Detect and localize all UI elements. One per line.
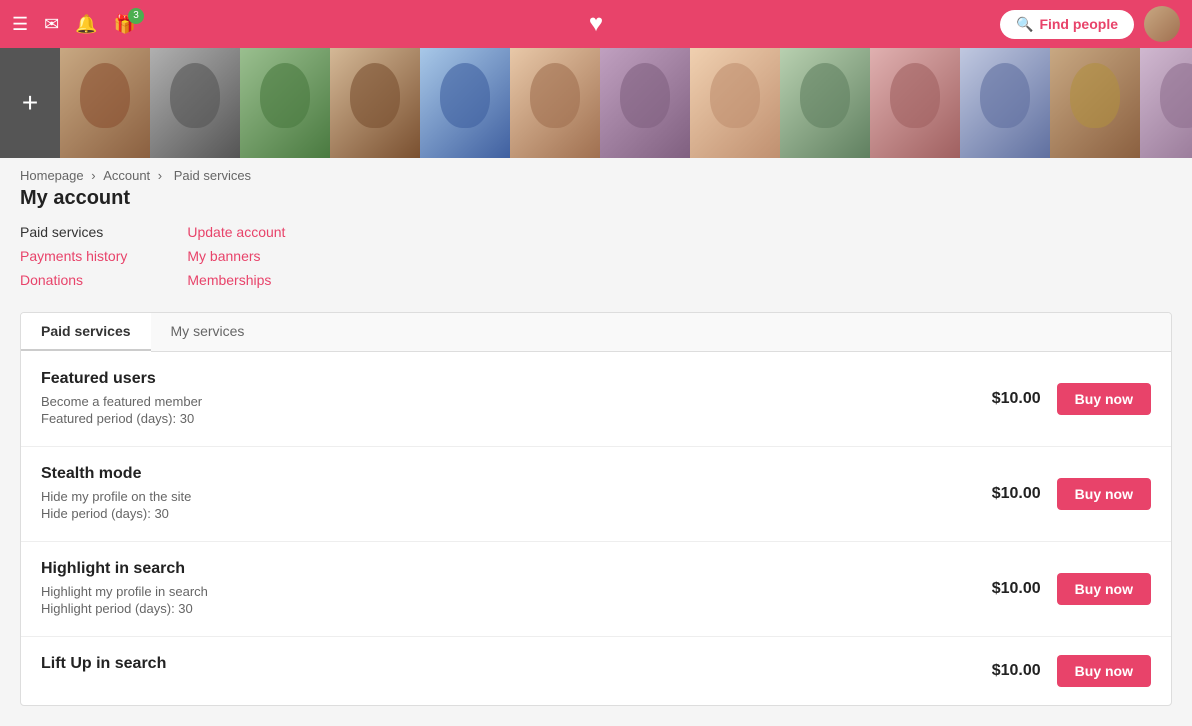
buy-button-featured-users[interactable]: Buy now	[1057, 383, 1151, 415]
link-update-account[interactable]: Update account	[187, 224, 285, 240]
email-icon[interactable]: ✉	[44, 14, 59, 35]
tab-container: Paid services My services Featured users…	[20, 312, 1172, 706]
service-period-highlight-in-search: Highlight period (days): 30	[41, 601, 972, 616]
search-icon: 🔍	[1016, 16, 1033, 33]
tab-header: Paid services My services	[21, 313, 1171, 352]
service-price-featured-users: $10.00	[992, 390, 1041, 408]
link-memberships[interactable]: Memberships	[187, 272, 285, 288]
link-payments-history[interactable]: Payments history	[20, 248, 127, 264]
link-paid-services[interactable]: Paid services	[20, 224, 127, 240]
service-period-featured-users: Featured period (days): 30	[41, 411, 972, 426]
photo-cell-6[interactable]	[510, 48, 600, 158]
service-card-highlight-in-search: Highlight in search Highlight my profile…	[21, 542, 1171, 637]
main-content: My account Paid services Payments histor…	[0, 187, 1192, 726]
service-price-highlight-in-search: $10.00	[992, 580, 1041, 598]
buy-button-lift-up[interactable]: Buy now	[1057, 655, 1151, 687]
photo-cell-8[interactable]	[690, 48, 780, 158]
photo-cell-11[interactable]	[960, 48, 1050, 158]
service-card-lift-up: Lift Up in search $10.00 Buy now	[21, 637, 1171, 705]
photo-cell-9[interactable]	[780, 48, 870, 158]
account-col-1: Paid services Payments history Donations	[20, 224, 127, 288]
photo-cell-3[interactable]	[240, 48, 330, 158]
page-title: My account	[20, 187, 1172, 210]
breadcrumb-account[interactable]: Account	[103, 168, 150, 183]
service-title-highlight-in-search: Highlight in search	[41, 560, 972, 578]
link-donations[interactable]: Donations	[20, 272, 127, 288]
tab-body: Featured users Become a featured member …	[21, 352, 1171, 705]
avatar-image	[1144, 6, 1180, 42]
service-info-stealth-mode: Stealth mode Hide my profile on the site…	[41, 465, 972, 523]
service-title-stealth-mode: Stealth mode	[41, 465, 972, 483]
topnav-center: ♥	[589, 10, 603, 38]
buy-button-highlight-in-search[interactable]: Buy now	[1057, 573, 1151, 605]
notifications-badge-wrapper[interactable]: 🎁 3	[114, 14, 136, 35]
service-desc-stealth-mode: Hide my profile on the site	[41, 489, 972, 504]
breadcrumb: Homepage › Account › Paid services	[0, 158, 1192, 187]
service-title-featured-users: Featured users	[41, 370, 972, 388]
topnav-right: 🔍 Find people	[1000, 6, 1180, 42]
service-card-stealth-mode: Stealth mode Hide my profile on the site…	[21, 447, 1171, 542]
account-links: Paid services Payments history Donations…	[20, 224, 1172, 288]
buy-button-stealth-mode[interactable]: Buy now	[1057, 478, 1151, 510]
plus-icon: +	[22, 87, 38, 119]
service-right-featured-users: $10.00 Buy now	[992, 383, 1151, 415]
tab-paid-services[interactable]: Paid services	[21, 313, 151, 351]
service-right-highlight-in-search: $10.00 Buy now	[992, 573, 1151, 605]
breadcrumb-home[interactable]: Homepage	[20, 168, 84, 183]
hamburger-icon[interactable]: ☰	[12, 14, 28, 35]
badge-count: 3	[128, 8, 144, 24]
breadcrumb-current: Paid services	[174, 168, 251, 183]
topnav-left: ☰ ✉ 🔔 🎁 3	[12, 14, 136, 35]
breadcrumb-sep-1: ›	[91, 168, 99, 183]
photo-cell-13[interactable]	[1140, 48, 1192, 158]
photo-cell-7[interactable]	[600, 48, 690, 158]
photo-cell-12[interactable]	[1050, 48, 1140, 158]
service-right-lift-up: $10.00 Buy now	[992, 655, 1151, 687]
service-desc-highlight-in-search: Highlight my profile in search	[41, 584, 972, 599]
photo-strip: +	[0, 48, 1192, 158]
photo-cell-10[interactable]	[870, 48, 960, 158]
service-info-featured-users: Featured users Become a featured member …	[41, 370, 972, 428]
service-price-stealth-mode: $10.00	[992, 485, 1041, 503]
photo-cell-2[interactable]	[150, 48, 240, 158]
link-my-banners[interactable]: My banners	[187, 248, 285, 264]
photo-cell-4[interactable]	[330, 48, 420, 158]
service-right-stealth-mode: $10.00 Buy now	[992, 478, 1151, 510]
breadcrumb-sep-2: ›	[158, 168, 166, 183]
service-info-lift-up: Lift Up in search	[41, 655, 972, 679]
find-people-label: Find people	[1039, 16, 1118, 32]
heart-icon: ♥	[589, 10, 603, 37]
service-price-lift-up: $10.00	[992, 662, 1041, 680]
find-people-button[interactable]: 🔍 Find people	[1000, 10, 1134, 39]
tab-my-services[interactable]: My services	[151, 313, 265, 351]
add-photo-cell[interactable]: +	[0, 48, 60, 158]
service-card-featured-users: Featured users Become a featured member …	[21, 352, 1171, 447]
service-period-stealth-mode: Hide period (days): 30	[41, 506, 972, 521]
service-info-highlight-in-search: Highlight in search Highlight my profile…	[41, 560, 972, 618]
avatar[interactable]	[1144, 6, 1180, 42]
topnav: ☰ ✉ 🔔 🎁 3 ♥ 🔍 Find people	[0, 0, 1192, 48]
photo-cell-1[interactable]	[60, 48, 150, 158]
account-col-2: Update account My banners Memberships	[187, 224, 285, 288]
photo-cell-5[interactable]	[420, 48, 510, 158]
service-desc-featured-users: Become a featured member	[41, 394, 972, 409]
bell-icon[interactable]: 🔔	[75, 14, 97, 35]
